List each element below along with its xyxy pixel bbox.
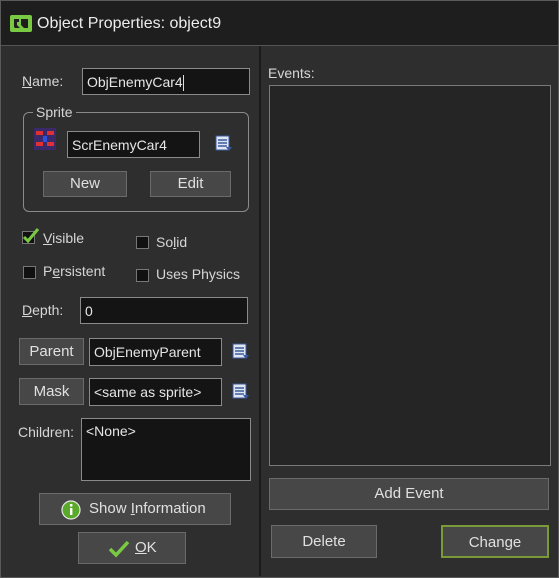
- mask-input[interactable]: <same as sprite>: [89, 378, 222, 406]
- events-label: Events:: [268, 65, 315, 81]
- children-list[interactable]: <None>: [81, 418, 251, 481]
- sprite-group: [23, 112, 249, 212]
- column-divider: [259, 46, 261, 576]
- mask-menu-icon[interactable]: [232, 383, 250, 401]
- checkmark-icon: [108, 540, 130, 558]
- sprite-edit-button[interactable]: Edit: [150, 171, 231, 197]
- children-label: Children:: [18, 424, 75, 440]
- sprite-input[interactable]: ScrEnemyCar4: [67, 131, 200, 158]
- uses-physics-label: Uses Physics: [156, 266, 241, 282]
- sprite-legend: Sprite: [33, 104, 76, 120]
- mask-button[interactable]: Mask: [19, 378, 84, 405]
- solid-checkbox[interactable]: [136, 236, 149, 249]
- sprite-menu-icon[interactable]: [215, 135, 233, 153]
- depth-label: Depth:: [22, 302, 64, 318]
- depth-input[interactable]: 0: [80, 297, 248, 324]
- delete-button[interactable]: Delete: [271, 525, 377, 558]
- children-list-item: <None>: [86, 423, 136, 439]
- ok-button[interactable]: OK: [78, 532, 186, 564]
- persistent-checkbox[interactable]: [23, 266, 36, 279]
- solid-label: Solid: [156, 234, 188, 250]
- parent-menu-icon[interactable]: [232, 343, 250, 361]
- name-label: Name:: [22, 73, 64, 89]
- visible-label: Visible: [43, 230, 84, 246]
- title-bar[interactable]: Object Properties: object9: [1, 1, 558, 46]
- name-input[interactable]: ObjEnemyCar4: [82, 68, 250, 95]
- sprite-thumbnail-icon: [34, 128, 56, 150]
- ok-label: OK: [135, 539, 157, 556]
- visible-checkbox[interactable]: [22, 228, 40, 245]
- object-properties-window: Object Properties: object9 Name: ObjEnem…: [0, 0, 559, 578]
- info-icon: [61, 500, 81, 520]
- window-title: Object Properties: object9: [37, 15, 222, 32]
- uses-physics-checkbox[interactable]: [136, 269, 149, 282]
- persistent-label: Persistent: [43, 263, 106, 279]
- gamemaker-logo-icon: [10, 15, 32, 32]
- parent-input[interactable]: ObjEnemyParent: [89, 338, 222, 366]
- events-list[interactable]: [269, 85, 551, 466]
- add-event-button[interactable]: Add Event: [269, 478, 549, 510]
- parent-button[interactable]: Parent: [19, 338, 84, 365]
- sprite-new-button[interactable]: New: [43, 171, 127, 197]
- show-information-button[interactable]: Show Information: [39, 493, 231, 525]
- change-button[interactable]: Change: [441, 525, 549, 558]
- show-information-label: Show Information: [89, 500, 206, 517]
